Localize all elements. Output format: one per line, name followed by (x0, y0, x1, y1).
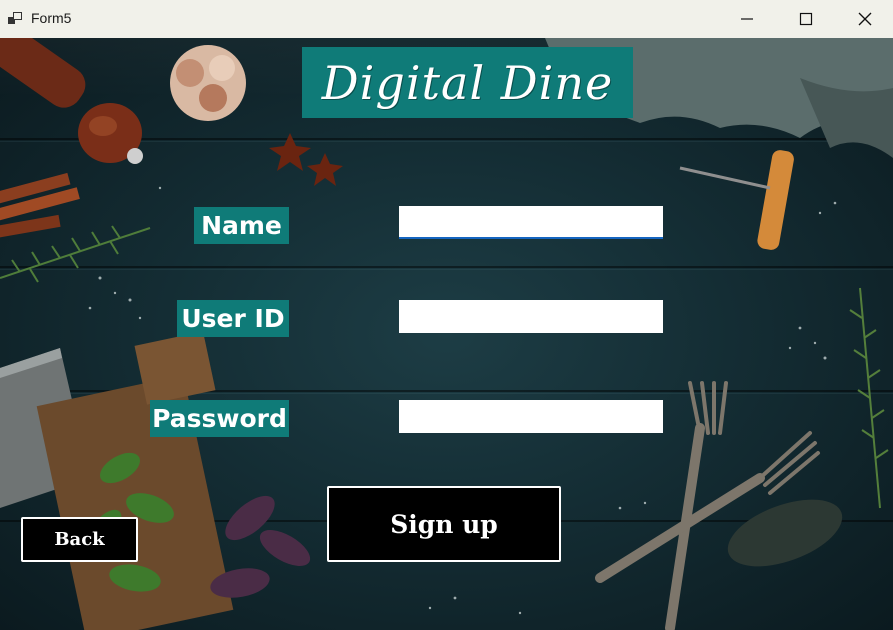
rosemary-right-image (849, 287, 889, 509)
close-button[interactable] (836, 0, 893, 38)
dark-leaf-image (727, 499, 843, 567)
window-title: Form5 (31, 10, 72, 26)
star-anise-image (269, 133, 343, 186)
form-client-area: Digital Dine Name User ID Password Sign … (0, 38, 893, 630)
app-title-banner: Digital Dine (302, 47, 633, 118)
minimize-icon (741, 18, 753, 20)
pepper-mill-image (0, 38, 143, 164)
app-form-icon (8, 11, 23, 26)
userid-input[interactable] (399, 300, 663, 333)
userid-label: User ID (177, 300, 289, 337)
password-input[interactable] (399, 400, 663, 433)
name-input[interactable] (399, 206, 663, 239)
cinnamon-image (0, 172, 80, 239)
back-button[interactable]: Back (21, 517, 138, 562)
maximize-icon (799, 12, 813, 26)
signup-button[interactable]: Sign up (327, 486, 561, 562)
maximize-button[interactable] (777, 0, 835, 38)
password-label: Password (150, 400, 289, 437)
name-label: Name (194, 207, 289, 244)
minimize-button[interactable] (718, 0, 776, 38)
corkscrew-image (679, 150, 794, 250)
purple-basil-image (210, 495, 311, 598)
garlic-image (170, 45, 246, 121)
window-titlebar[interactable]: Form5 (0, 0, 893, 39)
close-icon (858, 12, 872, 26)
app-title: Digital Dine (321, 55, 614, 110)
rosemary-left-image (0, 225, 151, 283)
